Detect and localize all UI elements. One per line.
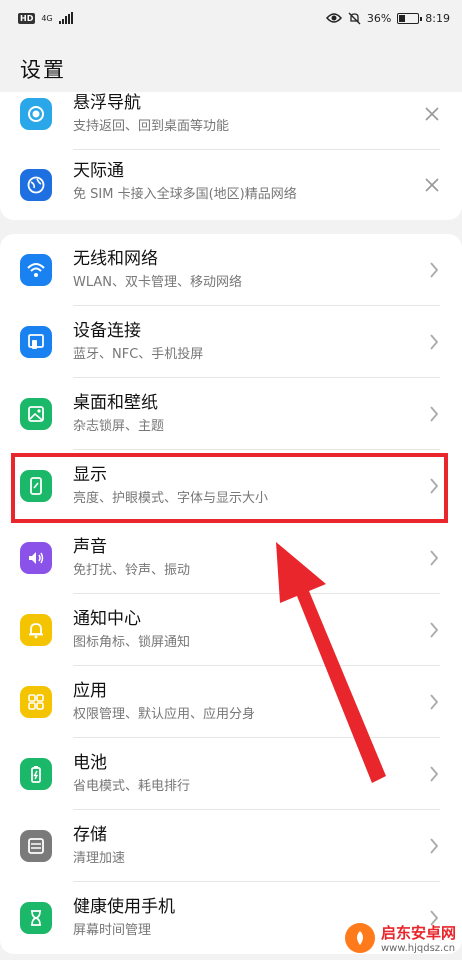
- item-title: 应用: [73, 681, 107, 701]
- status-right: 36% 8:19: [325, 11, 450, 25]
- close-icon[interactable]: [424, 177, 440, 193]
- display-icon-glyph: [30, 477, 42, 495]
- settings-item-sound[interactable]: 声音免打扰、铃声、振动: [0, 522, 462, 594]
- item-subtitle: 免 SIM 卡接入全球多国(地区)精品网络: [73, 187, 297, 202]
- hourglass-icon-glyph: [31, 910, 41, 926]
- wallpaper-icon-glyph: [28, 406, 44, 422]
- item-title: 无线和网络: [73, 249, 158, 269]
- settings-item-apps-grid[interactable]: 应用权限管理、默认应用、应用分身: [0, 666, 462, 738]
- settings-item-wifi[interactable]: 无线和网络 WLAN、双卡管理、移动网络: [0, 234, 462, 306]
- item-title: 天际通: [73, 161, 124, 181]
- settings-item-wallpaper[interactable]: 桌面和壁纸杂志锁屏、主题: [0, 378, 462, 450]
- chevron-right-icon: [430, 478, 439, 494]
- item-title: 声音: [73, 537, 107, 557]
- item-title: 通知中心: [73, 609, 141, 629]
- watermark-url: www.hjqdsz.cn: [380, 943, 456, 954]
- settings-card-main: 无线和网络 WLAN、双卡管理、移动网络设备连接蓝牙、NFC、手机投屏桌面和壁纸杂…: [0, 234, 462, 954]
- globe-icon-glyph: [27, 176, 45, 194]
- item-title: 电池: [73, 753, 107, 773]
- item-subtitle: 省电模式、耗电排行: [73, 779, 191, 794]
- chevron-right-icon: [430, 334, 439, 350]
- chevron-right-icon: [430, 406, 439, 422]
- status-left: HD 4G: [18, 12, 73, 24]
- storage-icon: [20, 830, 52, 862]
- settings-item-display[interactable]: 显示亮度、护眼模式、字体与显示大小: [0, 450, 462, 522]
- item-title: 显示: [73, 465, 107, 485]
- navigation-dock-icon-glyph: [28, 106, 44, 122]
- item-subtitle: 清理加速: [73, 851, 126, 866]
- storage-icon-glyph: [28, 838, 44, 854]
- eye-comfort-icon: [325, 13, 342, 23]
- page-title: 设置: [20, 58, 66, 82]
- bell-icon-glyph: [29, 623, 43, 639]
- settings-item-battery[interactable]: 电池省电模式、耗电排行: [0, 738, 462, 810]
- settings-item-device-connect[interactable]: 设备连接蓝牙、NFC、手机投屏: [0, 306, 462, 378]
- sound-icon: [20, 542, 52, 574]
- item-subtitle: 蓝牙、NFC、手机投屏: [73, 347, 204, 362]
- globe-icon: [20, 169, 52, 201]
- item-subtitle: 免打扰、铃声、振动: [73, 563, 191, 578]
- item-title: 健康使用手机: [73, 897, 175, 917]
- wallpaper-icon: [20, 398, 52, 430]
- mute-bell-icon: [348, 12, 361, 24]
- device-connect-icon: [20, 326, 52, 358]
- item-title: 存储: [73, 825, 107, 845]
- display-icon: [20, 470, 52, 502]
- settings-item-floating-nav[interactable]: 悬浮导航 支持返回、回到桌面等功能: [0, 92, 462, 150]
- battery-percent: 36%: [366, 11, 392, 25]
- apps-grid-icon-glyph: [28, 694, 44, 710]
- item-title: 桌面和壁纸: [73, 393, 158, 413]
- apps-grid-icon: [20, 686, 52, 718]
- item-subtitle: 亮度、护眼模式、字体与显示大小: [73, 491, 269, 506]
- chevron-right-icon: [430, 262, 439, 278]
- chevron-right-icon: [430, 622, 439, 638]
- item-subtitle: WLAN、双卡管理、移动网络: [73, 275, 243, 290]
- navigation-dock-icon: [20, 98, 52, 130]
- watermark: 启东安卓网 www.hjqdsz.cn: [344, 922, 456, 954]
- chevron-right-icon: [430, 694, 439, 710]
- hourglass-icon: [20, 902, 52, 934]
- item-title: 设备连接: [73, 321, 141, 341]
- settings-item-bell[interactable]: 通知中心图标角标、锁屏通知: [0, 594, 462, 666]
- battery-icon-glyph: [31, 766, 41, 783]
- battery-icon: [20, 758, 52, 790]
- network-type: 4G: [41, 13, 53, 23]
- clock: 8:19: [425, 11, 450, 25]
- chevron-right-icon: [430, 550, 439, 566]
- chevron-right-icon: [430, 838, 439, 854]
- settings-list: 无线和网络 WLAN、双卡管理、移动网络设备连接蓝牙、NFC、手机投屏桌面和壁纸杂…: [0, 234, 462, 954]
- item-subtitle: 权限管理、默认应用、应用分身: [73, 707, 256, 722]
- watermark-logo-icon: [344, 923, 375, 953]
- status-bar: HD 4G 36% 8:19: [0, 0, 462, 36]
- sound-icon-glyph: [29, 552, 44, 564]
- device-connect-icon-glyph: [28, 334, 44, 349]
- close-icon[interactable]: [424, 106, 440, 122]
- item-subtitle: 杂志锁屏、主题: [73, 419, 165, 434]
- item-subtitle: 图标角标、锁屏通知: [73, 635, 191, 650]
- settings-item-skytone[interactable]: 天际通 免 SIM 卡接入全球多国(地区)精品网络: [0, 150, 462, 220]
- wifi-icon-glyph: [27, 263, 45, 277]
- hd-badge: HD: [18, 12, 36, 24]
- settings-item-storage[interactable]: 存储 清理加速: [0, 810, 462, 882]
- settings-card-features: 悬浮导航 支持返回、回到桌面等功能 天际通 免 SIM 卡接入全球多国(地区)精…: [0, 92, 462, 220]
- watermark-title: 启东安卓网: [380, 924, 456, 942]
- item-title: 悬浮导航: [73, 93, 141, 113]
- bell-icon: [20, 614, 52, 646]
- wifi-icon: [20, 254, 52, 286]
- item-subtitle: 支持返回、回到桌面等功能: [73, 119, 230, 134]
- signal-icon: [58, 12, 73, 24]
- chevron-right-icon: [430, 766, 439, 782]
- battery-status-icon: [397, 12, 423, 24]
